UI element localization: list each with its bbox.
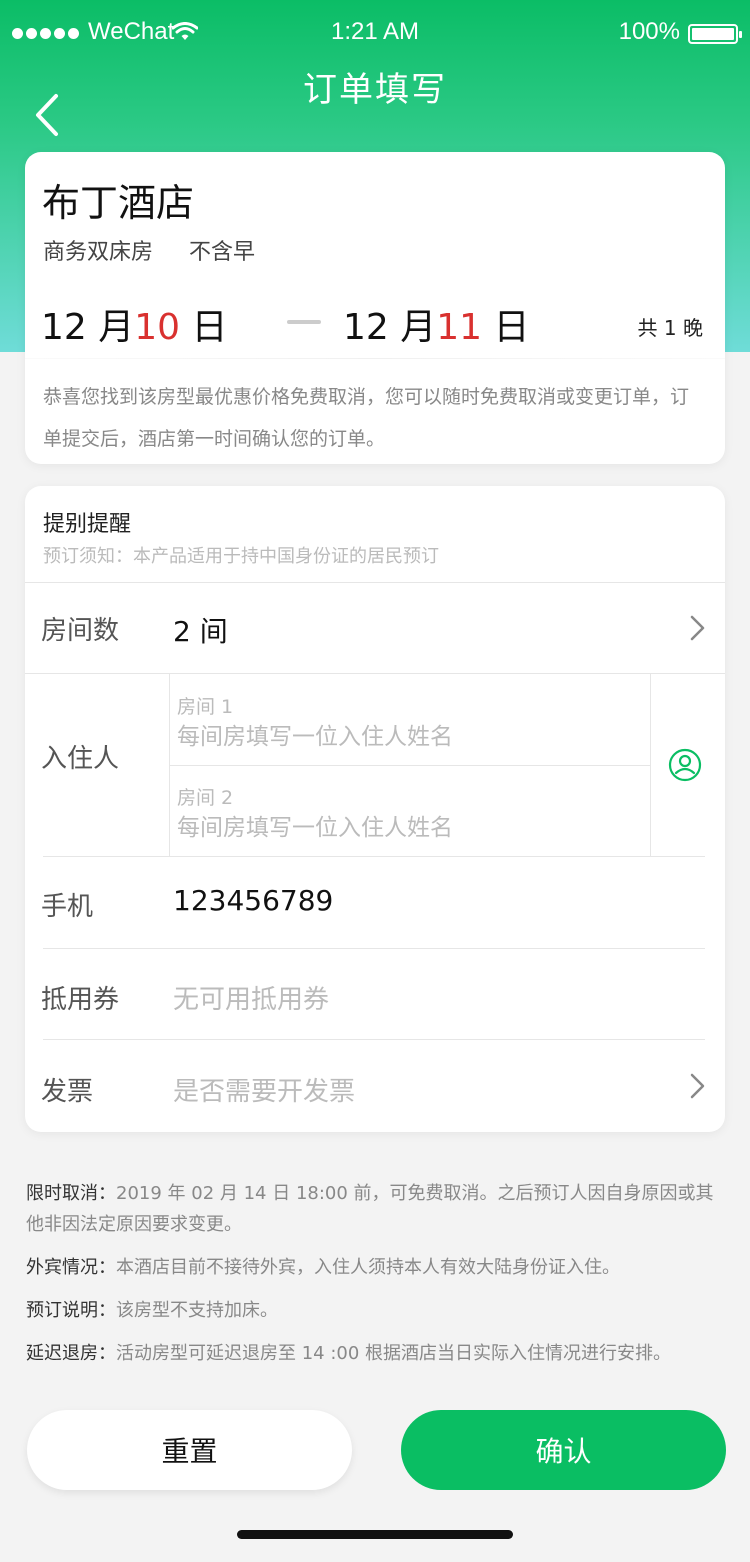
contact-picker-icon[interactable] <box>668 748 702 782</box>
guest-name-input-2[interactable] <box>177 811 637 845</box>
guest-slot-label-2: 房间 2 <box>177 787 234 809</box>
confirm-button[interactable]: 确认 <box>401 1410 726 1490</box>
date-range-separator <box>287 320 321 324</box>
checkout-day: 11 <box>436 307 483 348</box>
checkout-date: 12 月11 日 <box>343 307 530 348</box>
rooms-value[interactable]: 2 间 <box>173 610 228 650</box>
invoice-chevron-right-icon[interactable] <box>689 1071 707 1101</box>
breakfast-info: 不含早 <box>189 240 256 265</box>
rooms-label: 房间数 <box>41 616 120 646</box>
policy-cancellation: 限时取消：2019 年 02 月 14 日 18:00 前，可免费取消。之后预订… <box>26 1183 714 1235</box>
checkin-date: 12 月10 日 <box>41 307 228 348</box>
divider <box>25 582 725 583</box>
guests-label: 入住人 <box>41 744 120 774</box>
nights-count: 共 1 晚 <box>637 316 703 340</box>
page-title: 订单填写 <box>303 70 447 110</box>
battery-icon <box>688 24 742 44</box>
coupon-label: 抵用券 <box>41 985 120 1015</box>
invoice-label: 发票 <box>41 1077 94 1107</box>
divider <box>650 674 651 856</box>
coupon-field[interactable]: 无可用抵用券 <box>173 979 329 1016</box>
rooms-chevron-right-icon[interactable] <box>689 613 707 643</box>
guest-name-input-1[interactable] <box>177 720 637 754</box>
hotel-summary-card: 布丁酒店 商务双床房 不含早 12 月10 日 12 月11 日 共 1 晚 恭… <box>25 152 725 464</box>
divider <box>43 1039 705 1040</box>
policy-foreign-guests: 外宾情况：本酒店目前不接待外宾，入住人须持本人有效大陆身份证入住。 <box>26 1257 620 1278</box>
back-button[interactable] <box>30 92 66 138</box>
notice-subtitle: 预订须知：本产品适用于持中国身份证的居民预订 <box>43 546 439 567</box>
policy-list: 限时取消：2019 年 02 月 14 日 18:00 前，可免费取消。之后预订… <box>26 1178 726 1381</box>
divider <box>170 765 650 766</box>
order-form-card: 提别提醒 预订须知：本产品适用于持中国身份证的居民预订 房间数 2 间 入住人 … <box>25 486 725 1132</box>
reset-button[interactable]: 重置 <box>27 1410 352 1490</box>
guest-slot-label-1: 房间 1 <box>177 696 234 718</box>
divider <box>43 856 705 857</box>
promo-message: 恭喜您找到该房型最优惠价格免费取消，您可以随时免费取消或变更订单，订单提交后，酒… <box>43 386 690 450</box>
status-bar: WeChat 1:21 AM 100% <box>0 0 750 68</box>
phone-label: 手机 <box>41 892 94 922</box>
notice-title: 提别提醒 <box>43 512 132 537</box>
divider <box>43 948 705 949</box>
phone-input[interactable]: 123456789 <box>173 884 333 917</box>
policy-late-checkout: 延迟退房：活动房型可延迟退房至 14 :00 根据酒店当日实际入住情况进行安排。 <box>26 1343 672 1364</box>
divider <box>25 358 725 359</box>
invoice-field[interactable]: 是否需要开发票 <box>173 1071 355 1108</box>
battery-percentage: 100% <box>618 18 680 45</box>
hotel-name: 布丁酒店 <box>42 181 195 225</box>
divider <box>25 673 725 674</box>
home-indicator <box>237 1530 513 1539</box>
checkin-day: 10 <box>134 307 181 348</box>
policy-booking-notes: 预订说明：该房型不支持加床。 <box>26 1300 278 1321</box>
room-type: 商务双床房 <box>43 240 154 265</box>
